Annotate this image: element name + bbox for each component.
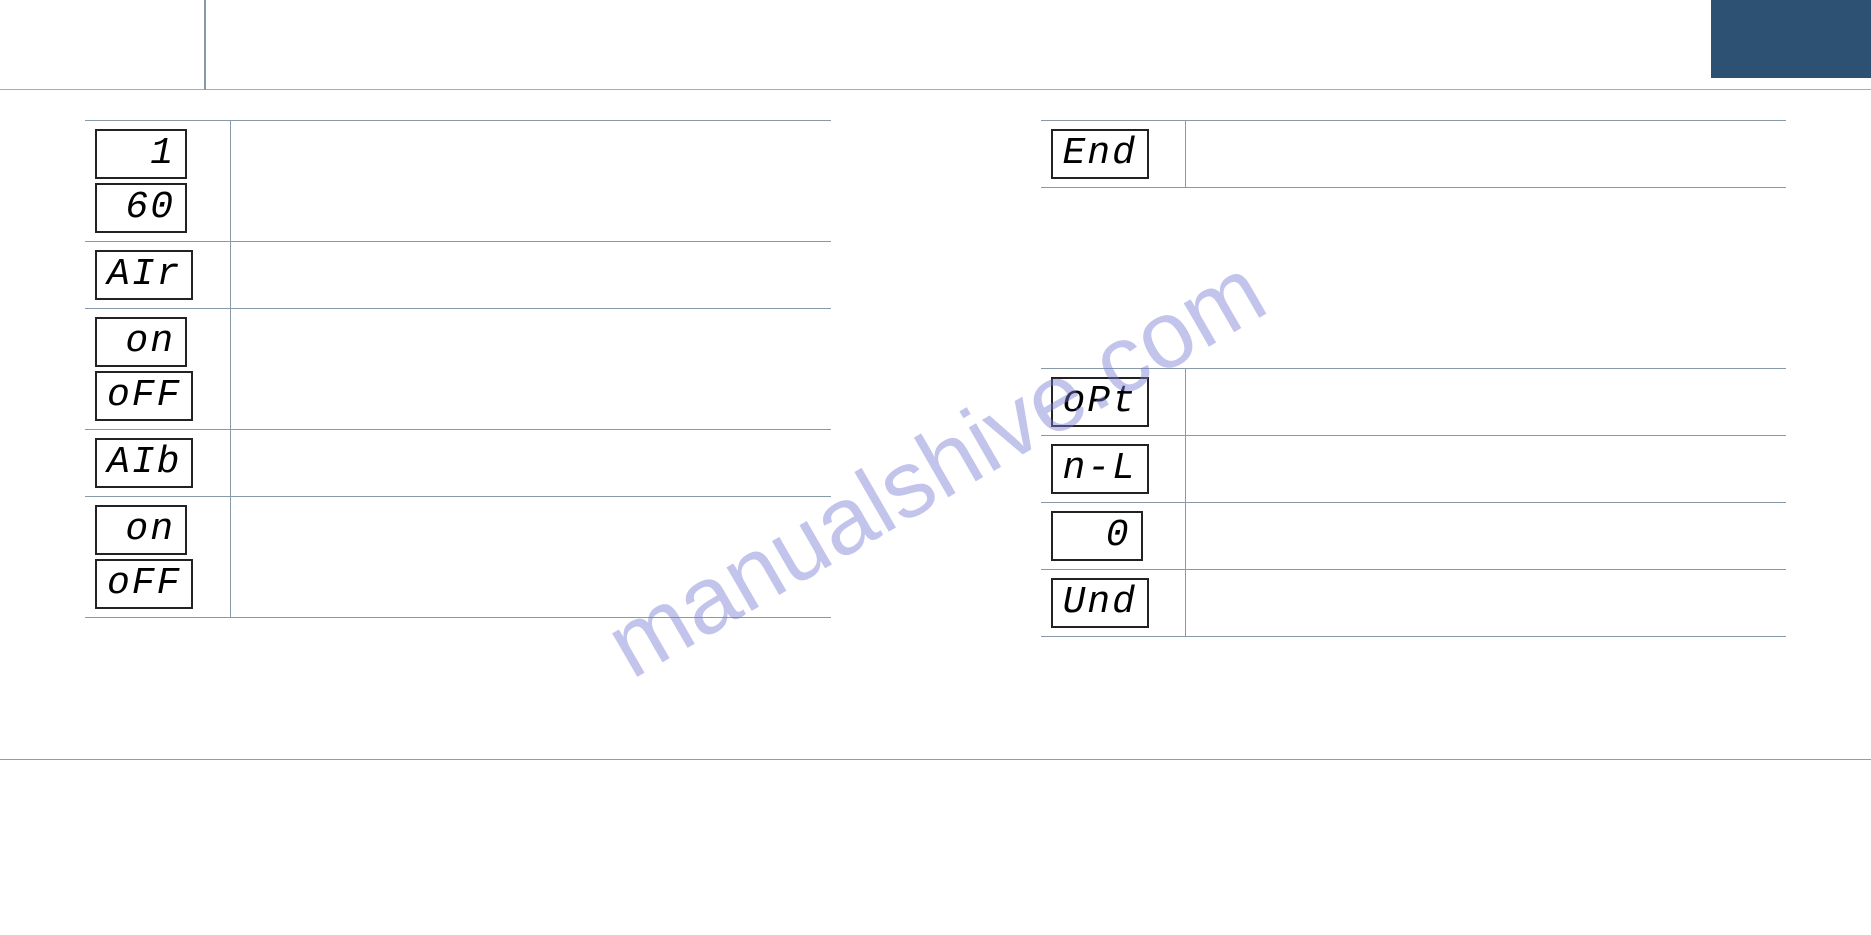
seg-display: 0: [1051, 511, 1143, 561]
table-row: oPt: [1041, 369, 1787, 436]
page-header: [0, 0, 1871, 90]
desc-cell: [230, 497, 831, 618]
desc-cell: [1186, 121, 1787, 188]
display-cell: Und: [1041, 570, 1186, 637]
display-cell: End: [1041, 121, 1186, 188]
table-row: End: [1041, 121, 1787, 188]
right-table-1: End: [1041, 120, 1787, 188]
display-cell: n-L: [1041, 436, 1186, 503]
table-row: n-L: [1041, 436, 1787, 503]
seg-display: Und: [1051, 578, 1149, 628]
right-column: End oPt n-L: [1041, 120, 1787, 637]
table-row: AIr: [85, 242, 831, 309]
seg-display: 1: [95, 129, 187, 179]
right-table-2: oPt n-L 0: [1041, 368, 1787, 637]
footer-rule: [0, 759, 1871, 760]
table-row: 0: [1041, 503, 1787, 570]
spacer: [1041, 188, 1787, 368]
seg-display: AIb: [95, 438, 193, 488]
seg-display: on: [95, 317, 187, 367]
desc-cell: [1186, 570, 1787, 637]
left-table: 1 60 AIr on oFF: [85, 120, 831, 618]
seg-display: oFF: [95, 371, 193, 421]
display-cell: on oFF: [85, 309, 230, 430]
seg-display: oPt: [1051, 377, 1149, 427]
seg-display: AIr: [95, 250, 193, 300]
display-cell: oPt: [1041, 369, 1186, 436]
display-cell: AIr: [85, 242, 230, 309]
content-area: 1 60 AIr on oFF: [85, 120, 1786, 637]
seg-display: End: [1051, 129, 1149, 179]
desc-cell: [1186, 369, 1787, 436]
display-cell: 1 60: [85, 121, 230, 242]
desc-cell: [230, 430, 831, 497]
table-row: on oFF: [85, 497, 831, 618]
table-row: AIb: [85, 430, 831, 497]
desc-cell: [230, 121, 831, 242]
desc-cell: [1186, 503, 1787, 570]
display-cell: 0: [1041, 503, 1186, 570]
table-row: 1 60: [85, 121, 831, 242]
left-column: 1 60 AIr on oFF: [85, 120, 831, 637]
desc-cell: [230, 242, 831, 309]
seg-display: oFF: [95, 559, 193, 609]
display-cell: on oFF: [85, 497, 230, 618]
table-row: on oFF: [85, 309, 831, 430]
table-row: Und: [1041, 570, 1787, 637]
seg-display: 60: [95, 183, 187, 233]
display-cell: AIb: [85, 430, 230, 497]
seg-display: n-L: [1051, 444, 1149, 494]
desc-cell: [1186, 436, 1787, 503]
header-badge: [1711, 0, 1871, 78]
seg-display: on: [95, 505, 187, 555]
header-divider: [204, 0, 206, 90]
desc-cell: [230, 309, 831, 430]
